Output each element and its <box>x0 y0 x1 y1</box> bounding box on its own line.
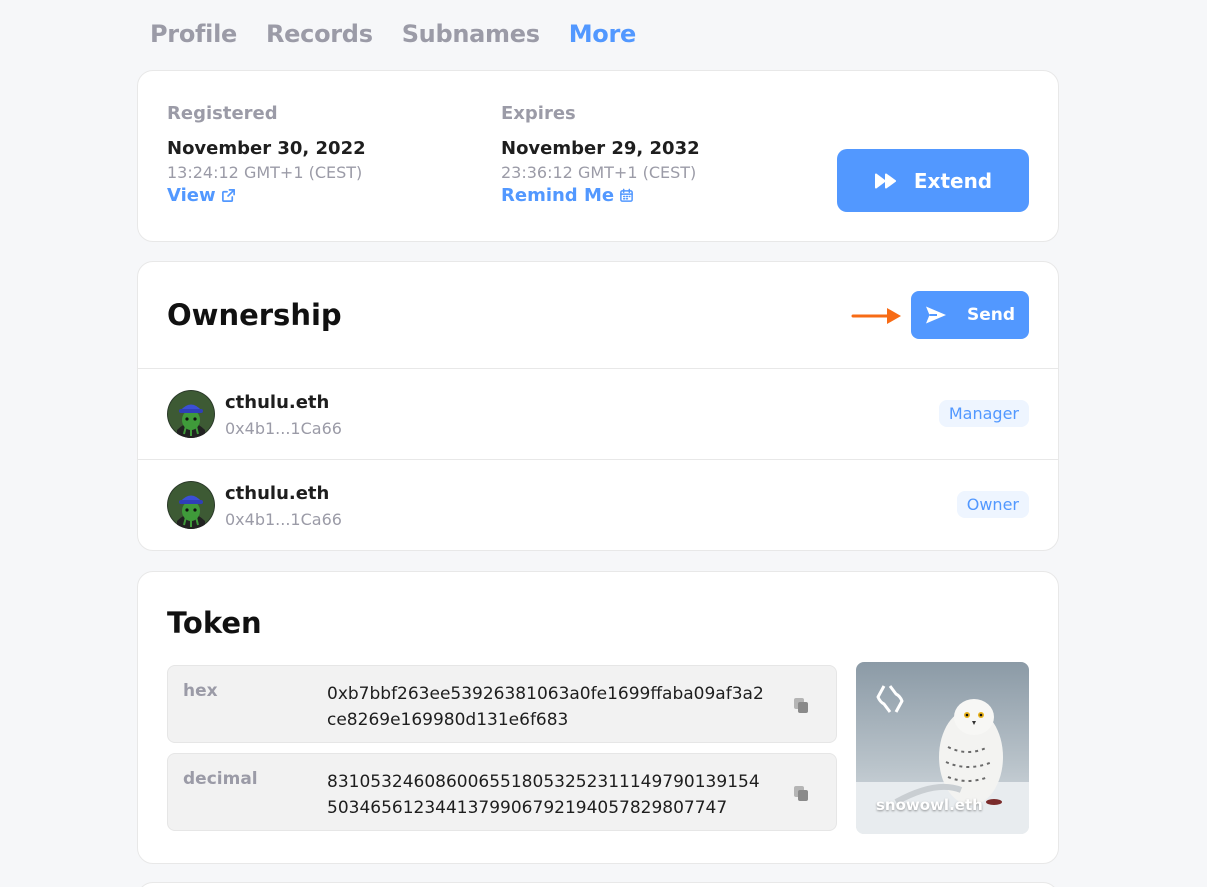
role-badge: Manager <box>938 400 1029 427</box>
decimal-field: decimal 83105324608600655180532523111497… <box>167 753 837 831</box>
owner-address: 0x4b1...1Ca66 <box>225 419 342 438</box>
remind-me-label: Remind Me <box>501 185 615 206</box>
tab-more[interactable]: More <box>569 20 637 48</box>
view-link[interactable]: View <box>167 185 366 206</box>
avatar <box>167 481 215 529</box>
send-button-label: Send <box>966 305 1016 325</box>
hex-value: 0xb7bbf263ee53926381063a0fe1699ffaba09af… <box>327 684 764 730</box>
ownership-card: Ownership Send cthulu.eth 0x4b1...1Ca66 <box>137 261 1059 551</box>
registered-time: 13:24:12 GMT+1 (CEST) <box>167 163 363 182</box>
fast-forward-icon <box>874 172 896 189</box>
registered-section: Registered November 30, 2022 13:24:12 GM… <box>167 103 366 206</box>
role-badge: Owner <box>956 491 1029 518</box>
external-link-icon <box>221 189 235 202</box>
expires-time: 23:36:12 GMT+1 (CEST) <box>501 163 697 182</box>
registered-date: November 30, 2022 <box>167 138 366 159</box>
ens-logo-icon <box>876 685 904 713</box>
nft-name: snowowl.eth <box>876 796 983 814</box>
send-icon <box>925 306 946 324</box>
extend-button-label: Extend <box>913 168 993 193</box>
registration-dates-card: Registered November 30, 2022 13:24:12 GM… <box>137 70 1059 242</box>
hex-label: hex <box>183 681 218 701</box>
expires-label: Expires <box>501 103 576 124</box>
calendar-icon <box>620 188 633 202</box>
copy-icon[interactable] <box>792 784 810 802</box>
token-card: Token hex 0xb7bbf263ee53926381063a0fe169… <box>137 571 1059 864</box>
decimal-label: decimal <box>183 769 258 789</box>
expires-date: November 29, 2032 <box>501 138 700 159</box>
token-title: Token <box>167 606 262 640</box>
owner-name: cthulu.eth <box>225 392 330 413</box>
avatar <box>167 390 215 438</box>
view-link-label: View <box>167 185 216 206</box>
nft-image[interactable]: snowowl.eth <box>856 662 1029 834</box>
decimal-value: 8310532460860065518053252311149790139154… <box>327 772 760 818</box>
profile-tabs: Profile Records Subnames More <box>150 20 636 48</box>
tab-records[interactable]: Records <box>266 20 373 48</box>
next-card <box>137 882 1059 887</box>
remind-me-link[interactable]: Remind Me <box>501 185 700 206</box>
tab-profile[interactable]: Profile <box>150 20 237 48</box>
extend-button[interactable]: Extend <box>837 149 1029 212</box>
owner-address: 0x4b1...1Ca66 <box>225 510 342 529</box>
copy-icon[interactable] <box>792 696 810 714</box>
owner-row-manager[interactable]: cthulu.eth 0x4b1...1Ca66 Manager <box>138 369 1058 459</box>
expires-section: Expires November 29, 2032 23:36:12 GMT+1… <box>501 103 700 206</box>
owner-row-owner[interactable]: cthulu.eth 0x4b1...1Ca66 Owner <box>138 460 1058 550</box>
registered-label: Registered <box>167 103 278 124</box>
send-button[interactable]: Send <box>911 291 1029 339</box>
ownership-title: Ownership <box>167 298 342 332</box>
arrow-pointer-icon <box>851 308 901 324</box>
tab-subnames[interactable]: Subnames <box>402 20 540 48</box>
owner-name: cthulu.eth <box>225 483 330 504</box>
hex-field: hex 0xb7bbf263ee53926381063a0fe1699ffaba… <box>167 665 837 743</box>
